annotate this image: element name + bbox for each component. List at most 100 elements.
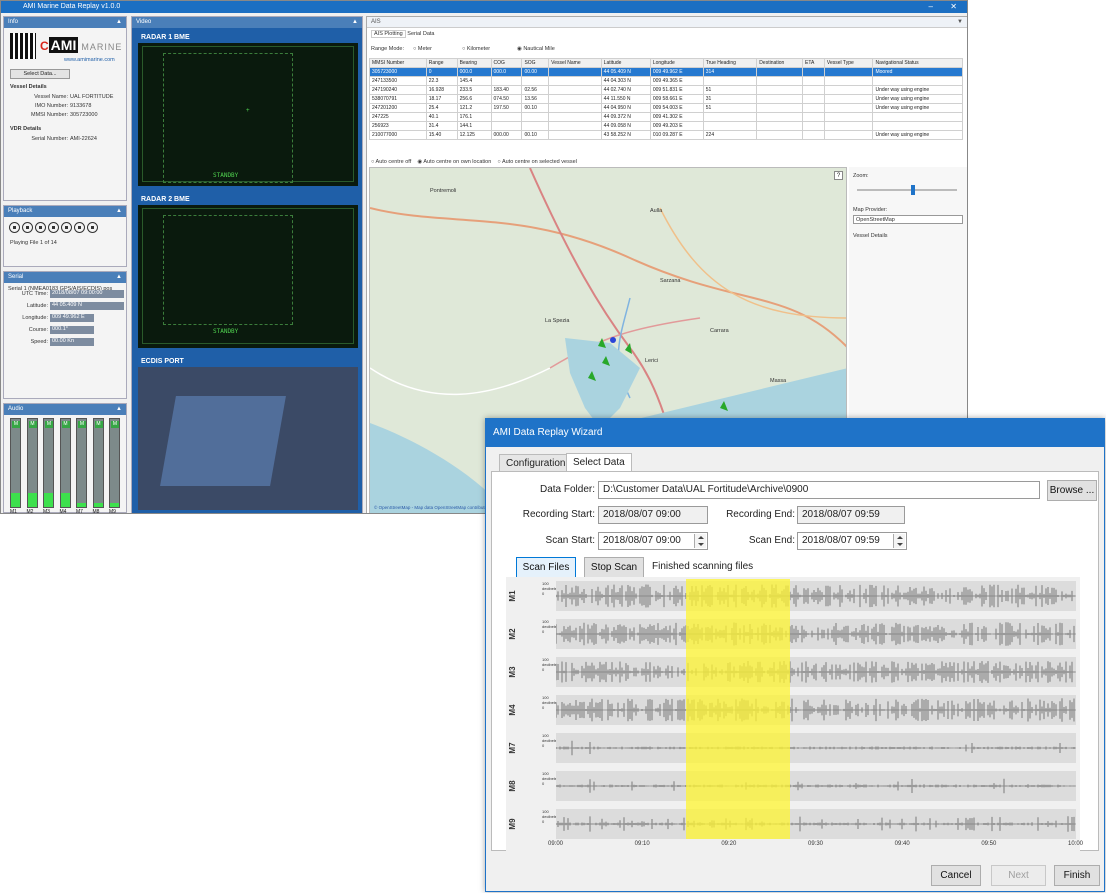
range-option-nautical-mile[interactable]: ◉ Nautical Mile bbox=[517, 46, 555, 52]
ais-cell: 009 51.831 E bbox=[649, 85, 704, 95]
selected-range-highlight[interactable] bbox=[686, 579, 790, 839]
ais-table-row[interactable]: 305723000 0 000.0 000.0 00.00 44 05.409 N 009 … bbox=[369, 67, 963, 77]
tab-ais-plotting[interactable]: AIS Plotting bbox=[371, 30, 406, 38]
audio-meter-m9[interactable]: M M9 bbox=[109, 418, 120, 513]
audio-meter-m1[interactable]: M M1 bbox=[10, 418, 21, 513]
ecdis-port-view[interactable]: ECDIS PORT bbox=[136, 354, 360, 512]
waveform-track-m9[interactable] bbox=[555, 809, 1076, 839]
scan-files-button[interactable]: Scan Files bbox=[516, 557, 576, 578]
ais-table-row[interactable]: 256923 31.4 144.1 44 09.058 N 009 49.203 E bbox=[369, 121, 963, 131]
ais-cell: 13.56 bbox=[521, 94, 550, 104]
track-scale: 100 decibels 0 bbox=[542, 809, 557, 824]
audio-meter-m4[interactable]: M M4 bbox=[59, 418, 71, 513]
pin-icon[interactable]: ▲ bbox=[116, 272, 122, 283]
range-option-meter[interactable]: ○ Meter bbox=[413, 46, 432, 52]
ais-column-header[interactable]: Vessel Name bbox=[548, 58, 602, 68]
waveform-track-m8[interactable] bbox=[555, 771, 1076, 801]
minimize-icon[interactable]: – bbox=[929, 1, 933, 13]
meter-channel-label: M9 bbox=[109, 509, 116, 514]
scan-start-picker[interactable]: 2018/08/07 09:00 bbox=[598, 532, 708, 550]
ais-column-header[interactable]: Bearing bbox=[456, 58, 492, 68]
ais-column-header[interactable]: ETA bbox=[802, 58, 825, 68]
ais-cell: 00.10 bbox=[521, 103, 550, 113]
help-icon[interactable]: ? bbox=[834, 171, 843, 180]
vessel-name-value: UAL FORTITUDE bbox=[70, 94, 114, 100]
scan-start-spinner-icon[interactable] bbox=[694, 534, 706, 548]
radar-2-view[interactable]: RADAR 2 BME STANDBY bbox=[136, 192, 360, 350]
skip-start-icon[interactable] bbox=[9, 222, 20, 233]
scan-end-picker[interactable]: 2018/08/07 09:59 bbox=[797, 532, 907, 550]
ais-column-header[interactable]: COG bbox=[490, 58, 523, 68]
pin-icon[interactable]: ▲ bbox=[116, 206, 122, 217]
ais-column-header[interactable]: Vessel Type bbox=[823, 58, 874, 68]
skip-end-icon[interactable] bbox=[87, 222, 98, 233]
ais-column-header[interactable]: True Heading bbox=[702, 58, 758, 68]
audio-panel-title: Audio bbox=[8, 406, 24, 412]
pin-icon[interactable]: ▲ bbox=[116, 17, 122, 28]
radar-1-view[interactable]: RADAR 1 BME STANDBY + bbox=[136, 30, 360, 188]
data-folder-input[interactable]: D:\Customer Data\UAL Fortitude\Archive\0… bbox=[598, 481, 1040, 499]
radar-1-standby: STANDBY bbox=[213, 172, 239, 179]
centre-off-radio[interactable]: ○ Auto centre off bbox=[371, 159, 411, 165]
select-data-button[interactable]: Select Data... bbox=[10, 69, 70, 79]
tab-configuration[interactable]: Configuration bbox=[499, 454, 573, 472]
browse-button[interactable]: Browse ... bbox=[1047, 480, 1097, 501]
waveform-track-m7[interactable] bbox=[555, 733, 1076, 763]
pause-icon[interactable] bbox=[61, 222, 72, 233]
ais-table-row[interactable]: 247133500 22.3 145.4 44 04.303 N 009 49.365 … bbox=[369, 76, 963, 86]
ais-table-row[interactable]: 210077000 15.40 12.125 000.00 00.10 43 58.252… bbox=[369, 130, 963, 140]
pin-icon[interactable]: ▲ bbox=[352, 17, 358, 28]
scan-end-spinner-icon[interactable] bbox=[893, 534, 905, 548]
audio-waveform-timeline[interactable]: M1 100 decibels 0 M2 100 decibels 0 M3 100 de… bbox=[506, 577, 1083, 853]
ais-column-header[interactable]: Range bbox=[425, 58, 458, 68]
zoom-slider[interactable] bbox=[857, 185, 957, 195]
ais-column-header[interactable]: SOG bbox=[521, 58, 550, 68]
centre-selected-radio[interactable]: ○ Auto centre on selected vessel bbox=[497, 159, 576, 165]
ais-cell: 256.6 bbox=[456, 94, 492, 104]
close-icon[interactable]: ✕ bbox=[950, 1, 957, 13]
audio-meter-m3[interactable]: M M3 bbox=[43, 418, 54, 513]
range-option-kilometer[interactable]: ○ Kilometer bbox=[462, 46, 490, 52]
pin-icon[interactable]: ▼ bbox=[957, 17, 963, 28]
ais-column-header[interactable]: Navigational Status bbox=[872, 58, 963, 68]
ais-cell: 00.00 bbox=[521, 67, 550, 77]
next-button[interactable]: Next bbox=[991, 865, 1046, 886]
audio-meter-m2[interactable]: M M2 bbox=[26, 418, 38, 513]
ais-column-header[interactable]: Longitude bbox=[649, 58, 704, 68]
rewind-icon[interactable] bbox=[22, 222, 33, 233]
waveform-track-m2[interactable] bbox=[555, 619, 1076, 649]
mmsi-value: 305723000 bbox=[70, 112, 98, 118]
cancel-button[interactable]: Cancel bbox=[931, 865, 981, 886]
waveform-track-m3[interactable] bbox=[555, 657, 1076, 687]
waveform-track-m4[interactable] bbox=[555, 695, 1076, 725]
pin-icon[interactable]: ▲ bbox=[116, 404, 122, 415]
ais-table-row[interactable]: 247225 40.1 176.1 44 09.372 N 009 41.302 E bbox=[369, 112, 963, 122]
map-provider-select[interactable]: OpenStreetMap bbox=[853, 215, 963, 224]
website-link[interactable]: www.amimarine.com bbox=[64, 57, 115, 63]
audio-meter-m7[interactable]: M M7 bbox=[76, 418, 87, 513]
meter-level bbox=[27, 493, 37, 507]
stop-scan-button[interactable]: Stop Scan bbox=[584, 557, 644, 578]
ais-cell: 44 04.303 N bbox=[600, 76, 651, 86]
waveform-m7 bbox=[555, 740, 1076, 756]
ais-column-header[interactable]: MMSI Number bbox=[369, 58, 427, 68]
ais-table-row[interactable]: 247201200 25.4 121.2 197.50 00.10 44 04.950 N… bbox=[369, 103, 963, 113]
ais-column-header[interactable]: Latitude bbox=[600, 58, 651, 68]
ais-table-row[interactable]: 247190240 16.928 233.5 183.40 02.56 44 02.740… bbox=[369, 85, 963, 95]
ais-cell: 009 49.962 E bbox=[649, 67, 704, 77]
centre-own-radio[interactable]: ◉ Auto centre on own location bbox=[417, 159, 491, 165]
waveform-track-m1[interactable] bbox=[555, 581, 1076, 611]
ais-cell bbox=[802, 67, 825, 77]
ais-cell bbox=[702, 76, 758, 86]
play-icon[interactable] bbox=[48, 222, 59, 233]
audio-meter-m8[interactable]: M M8 bbox=[92, 418, 104, 513]
ais-column-header[interactable]: Destination bbox=[756, 58, 804, 68]
tab-select-data[interactable]: Select Data bbox=[566, 453, 632, 472]
stop-icon[interactable] bbox=[35, 222, 46, 233]
tab-serial-data[interactable]: Serial Data bbox=[407, 31, 434, 37]
playback-panel: Playback ▲ Playing File 1 of 14 bbox=[3, 205, 127, 267]
ais-cell bbox=[802, 85, 825, 95]
finish-button[interactable]: Finish bbox=[1054, 865, 1100, 886]
ais-table-row[interactable]: 538070791 18.17 256.6 074.50 13.56 44 11.550 … bbox=[369, 94, 963, 104]
fast-forward-icon[interactable] bbox=[74, 222, 85, 233]
